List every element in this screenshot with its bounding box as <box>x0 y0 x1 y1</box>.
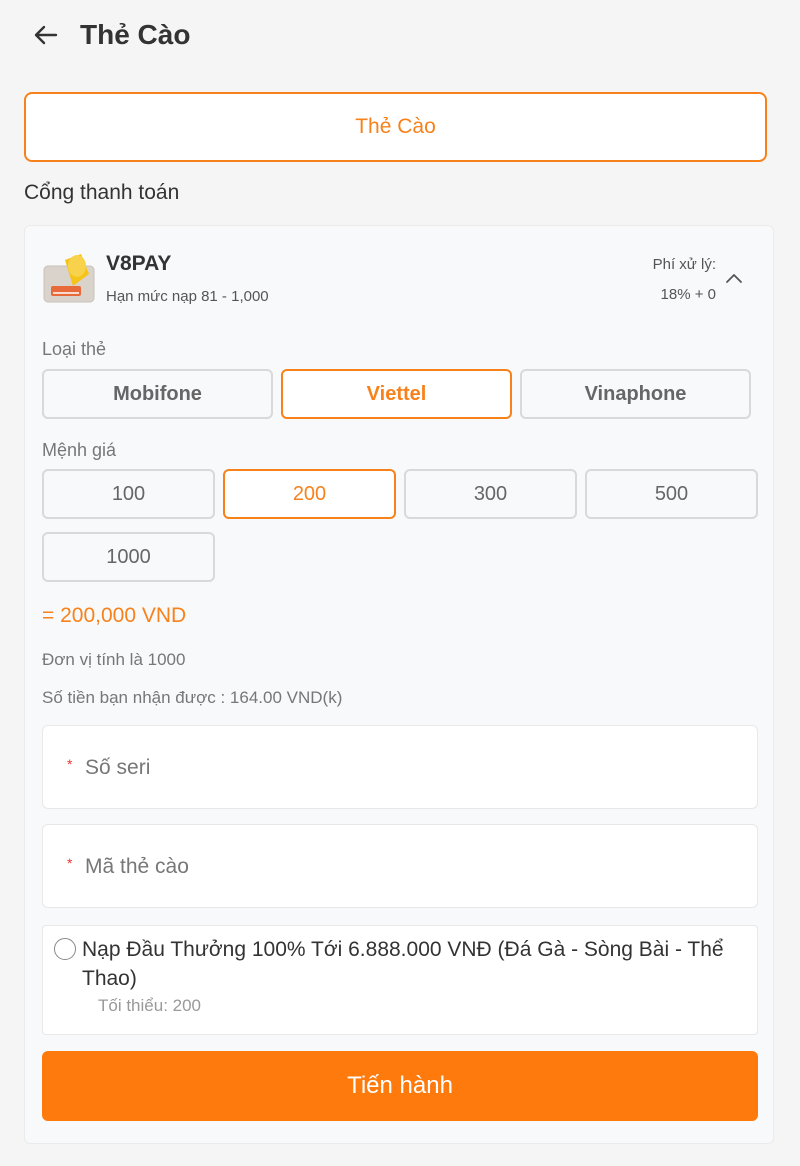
card-type-option-label: Vinaphone <box>584 382 687 405</box>
card-code-input[interactable] <box>85 847 735 887</box>
promotion-title: Nạp Đầu Thưởng 100% Tới 6.888.000 VNĐ (Đ… <box>82 938 724 990</box>
card-code-field: * <box>42 824 758 908</box>
required-mark: * <box>67 855 73 871</box>
serial-field: * <box>42 725 758 809</box>
payment-method-tab-label: Thẻ Cào <box>355 115 436 138</box>
proceed-button[interactable]: Tiến hành <box>42 1051 758 1121</box>
denomination-100[interactable]: 100 <box>42 469 215 519</box>
card-type-mobifone[interactable]: Mobifone <box>42 369 273 419</box>
receive-amount-note: Số tiền bạn nhận được : 164.00 VND(k) <box>42 688 343 707</box>
card-type-vinaphone[interactable]: Vinaphone <box>520 369 751 419</box>
provider-limit: Hạn mức nạp 81 - 1,000 <box>106 288 269 305</box>
provider-logo-image <box>43 254 95 303</box>
card-type-viettel[interactable]: Viettel <box>281 369 512 419</box>
back-button[interactable] <box>28 20 62 50</box>
denomination-option-label: 200 <box>292 482 327 505</box>
gateway-section-label: Cổng thanh toán <box>24 181 180 204</box>
collapse-provider-button[interactable] <box>720 266 748 290</box>
denomination-200[interactable]: 200 <box>223 469 396 519</box>
card-type-option-label: Viettel <box>366 382 427 405</box>
denomination-300[interactable]: 300 <box>404 469 577 519</box>
denomination-option-label: 500 <box>654 482 689 505</box>
serial-input[interactable] <box>85 748 735 788</box>
chevron-up-icon <box>726 274 742 283</box>
required-mark: * <box>67 756 73 772</box>
page-header: Thẻ Cào <box>0 0 800 70</box>
provider-logo <box>43 252 95 304</box>
gateway-card: V8PAY Hạn mức nạp 81 - 1,000 Phí xử lý: … <box>24 225 774 1144</box>
denomination-1000[interactable]: 1000 <box>42 532 215 582</box>
denomination-option-label: 1000 <box>106 545 151 568</box>
promotion-minimum: Tối thiểu: 200 <box>98 996 202 1015</box>
denomination-label: Mệnh giá <box>42 440 117 460</box>
promotion-radio[interactable] <box>54 938 76 960</box>
arrow-left-icon <box>34 25 58 45</box>
denomination-option-label: 100 <box>111 482 146 505</box>
denomination-option-label: 300 <box>473 482 508 505</box>
card-type-label: Loại thẻ <box>42 339 107 359</box>
denomination-500[interactable]: 500 <box>585 469 758 519</box>
converted-amount: = 200,000 VND <box>42 604 187 627</box>
unit-note: Đơn vị tính là 1000 <box>42 650 186 669</box>
provider-name: V8PAY <box>106 252 172 275</box>
fee-value: 18% + 0 <box>660 286 716 303</box>
promotion-option[interactable]: Nạp Đầu Thưởng 100% Tới 6.888.000 VNĐ (Đ… <box>42 925 758 1035</box>
card-type-option-label: Mobifone <box>113 382 202 405</box>
payment-method-tab-scratch-card[interactable]: Thẻ Cào <box>24 92 767 162</box>
page-title: Thẻ Cào <box>80 19 191 50</box>
fee-label: Phí xử lý: <box>652 256 716 273</box>
proceed-button-label: Tiến hành <box>347 1072 453 1099</box>
